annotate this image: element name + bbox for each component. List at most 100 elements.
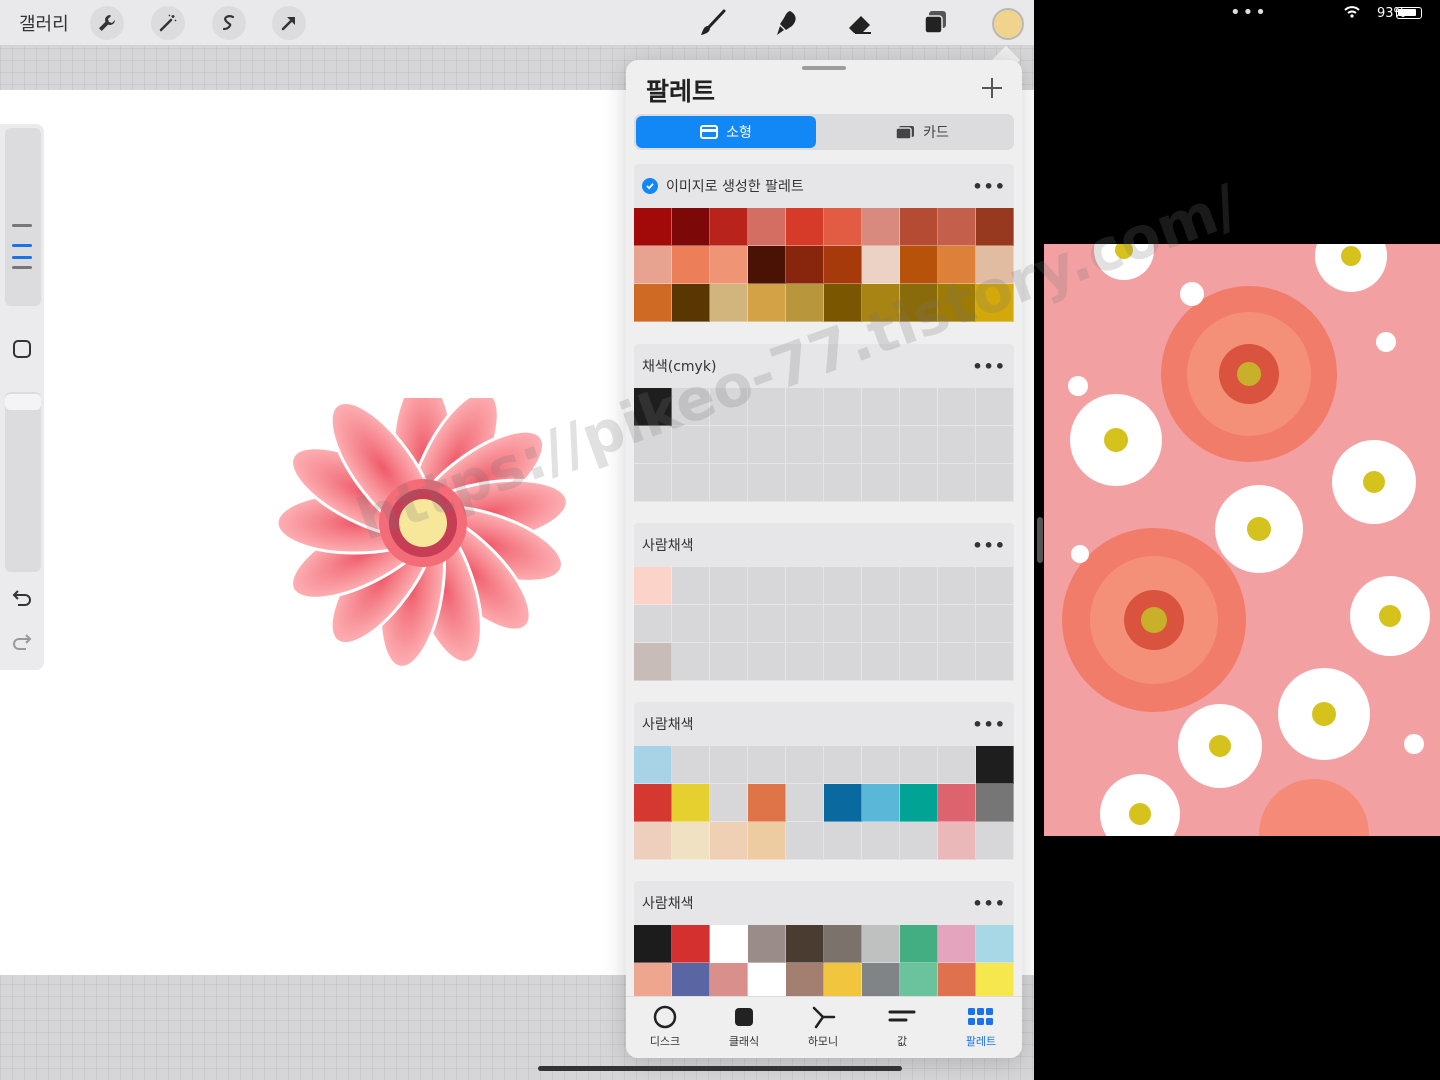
tab-classic[interactable]: 클래식 [709,1003,779,1049]
slider-handle[interactable] [12,244,32,247]
empty-swatch[interactable] [824,464,862,502]
tab-harmony[interactable]: 하모니 [788,1003,858,1049]
color-swatch[interactable] [710,963,748,996]
color-swatch[interactable] [900,784,938,822]
color-swatch[interactable] [634,822,672,860]
color-swatch[interactable] [938,784,976,822]
empty-swatch[interactable] [786,822,824,860]
color-swatch[interactable] [862,208,900,246]
empty-swatch[interactable] [710,464,748,502]
palette-header[interactable]: 채색(cmyk) ••• [634,344,1014,388]
empty-swatch[interactable] [976,464,1014,502]
empty-swatch[interactable] [748,388,786,426]
color-swatch[interactable] [938,284,976,322]
empty-swatch[interactable] [672,605,710,643]
empty-swatch[interactable] [976,605,1014,643]
color-swatch[interactable] [900,246,938,284]
color-swatch[interactable] [786,246,824,284]
empty-swatch[interactable] [862,464,900,502]
current-color-swatch[interactable] [992,8,1024,40]
palette-header[interactable]: 사람채색 ••• [634,702,1014,746]
empty-swatch[interactable] [710,746,748,784]
empty-swatch[interactable] [786,643,824,681]
split-view-divider[interactable] [1037,517,1043,563]
color-swatch[interactable] [634,963,672,996]
empty-swatch[interactable] [748,426,786,464]
color-swatch[interactable] [976,746,1014,784]
empty-swatch[interactable] [786,388,824,426]
empty-swatch[interactable] [786,567,824,605]
color-swatch[interactable] [900,925,938,963]
palette-header[interactable]: 사람채색 ••• [634,523,1014,567]
tab-disc[interactable]: 디스크 [630,1003,700,1049]
color-swatch[interactable] [976,284,1014,322]
color-swatch[interactable] [634,208,672,246]
color-swatch[interactable] [710,284,748,322]
color-swatch[interactable] [976,963,1014,996]
palette-list[interactable]: 이미지로 생성한 팔레트 ••• 채색(cmyk) ••• 사람채색 ••• 사람채색 •••… [634,164,1014,996]
empty-swatch[interactable] [938,464,976,502]
empty-swatch[interactable] [786,605,824,643]
empty-swatch[interactable] [824,567,862,605]
empty-swatch[interactable] [672,746,710,784]
empty-swatch[interactable] [748,567,786,605]
color-swatch[interactable] [748,963,786,996]
empty-swatch[interactable] [862,822,900,860]
color-swatch[interactable] [710,925,748,963]
color-swatch[interactable] [900,963,938,996]
color-swatch[interactable] [900,284,938,322]
more-options-icon[interactable]: ••• [972,536,1006,555]
opacity-slider-handle[interactable] [5,394,41,410]
empty-swatch[interactable] [634,464,672,502]
color-swatch[interactable] [862,284,900,322]
empty-swatch[interactable] [786,746,824,784]
color-swatch[interactable] [748,784,786,822]
wrench-icon[interactable] [90,6,124,40]
color-swatch[interactable] [672,925,710,963]
empty-swatch[interactable] [976,822,1014,860]
color-swatch[interactable] [786,208,824,246]
color-swatch[interactable] [938,925,976,963]
color-swatch[interactable] [634,746,672,784]
color-swatch[interactable] [786,284,824,322]
gallery-button[interactable]: 갤러리 [19,10,69,36]
tab-compact[interactable]: 소형 [636,116,816,148]
empty-swatch[interactable] [900,464,938,502]
empty-swatch[interactable] [976,426,1014,464]
color-swatch[interactable] [824,208,862,246]
color-swatch[interactable] [938,963,976,996]
empty-swatch[interactable] [824,746,862,784]
empty-swatch[interactable] [976,567,1014,605]
color-swatch[interactable] [862,963,900,996]
empty-swatch[interactable] [862,388,900,426]
reference-photo-flowers[interactable] [1044,244,1440,836]
color-swatch[interactable] [634,784,672,822]
empty-swatch[interactable] [710,605,748,643]
color-swatch[interactable] [976,246,1014,284]
more-options-icon[interactable]: ••• [972,357,1006,376]
color-swatch[interactable] [634,567,672,605]
empty-swatch[interactable] [938,746,976,784]
empty-swatch[interactable] [862,746,900,784]
color-swatch[interactable] [748,822,786,860]
color-swatch[interactable] [862,925,900,963]
transform-arrow-icon[interactable] [272,6,306,40]
empty-swatch[interactable] [938,567,976,605]
eraser-icon[interactable] [843,6,877,40]
empty-swatch[interactable] [938,605,976,643]
empty-swatch[interactable] [710,426,748,464]
color-swatch[interactable] [748,246,786,284]
color-swatch[interactable] [672,822,710,860]
color-swatch[interactable] [672,246,710,284]
color-swatch[interactable] [634,246,672,284]
empty-swatch[interactable] [900,605,938,643]
color-swatch[interactable] [862,784,900,822]
color-swatch[interactable] [824,925,862,963]
color-swatch[interactable] [938,208,976,246]
empty-swatch[interactable] [634,605,672,643]
empty-swatch[interactable] [672,643,710,681]
magic-wand-icon[interactable] [151,6,185,40]
empty-swatch[interactable] [786,426,824,464]
color-swatch[interactable] [786,963,824,996]
empty-swatch[interactable] [748,746,786,784]
